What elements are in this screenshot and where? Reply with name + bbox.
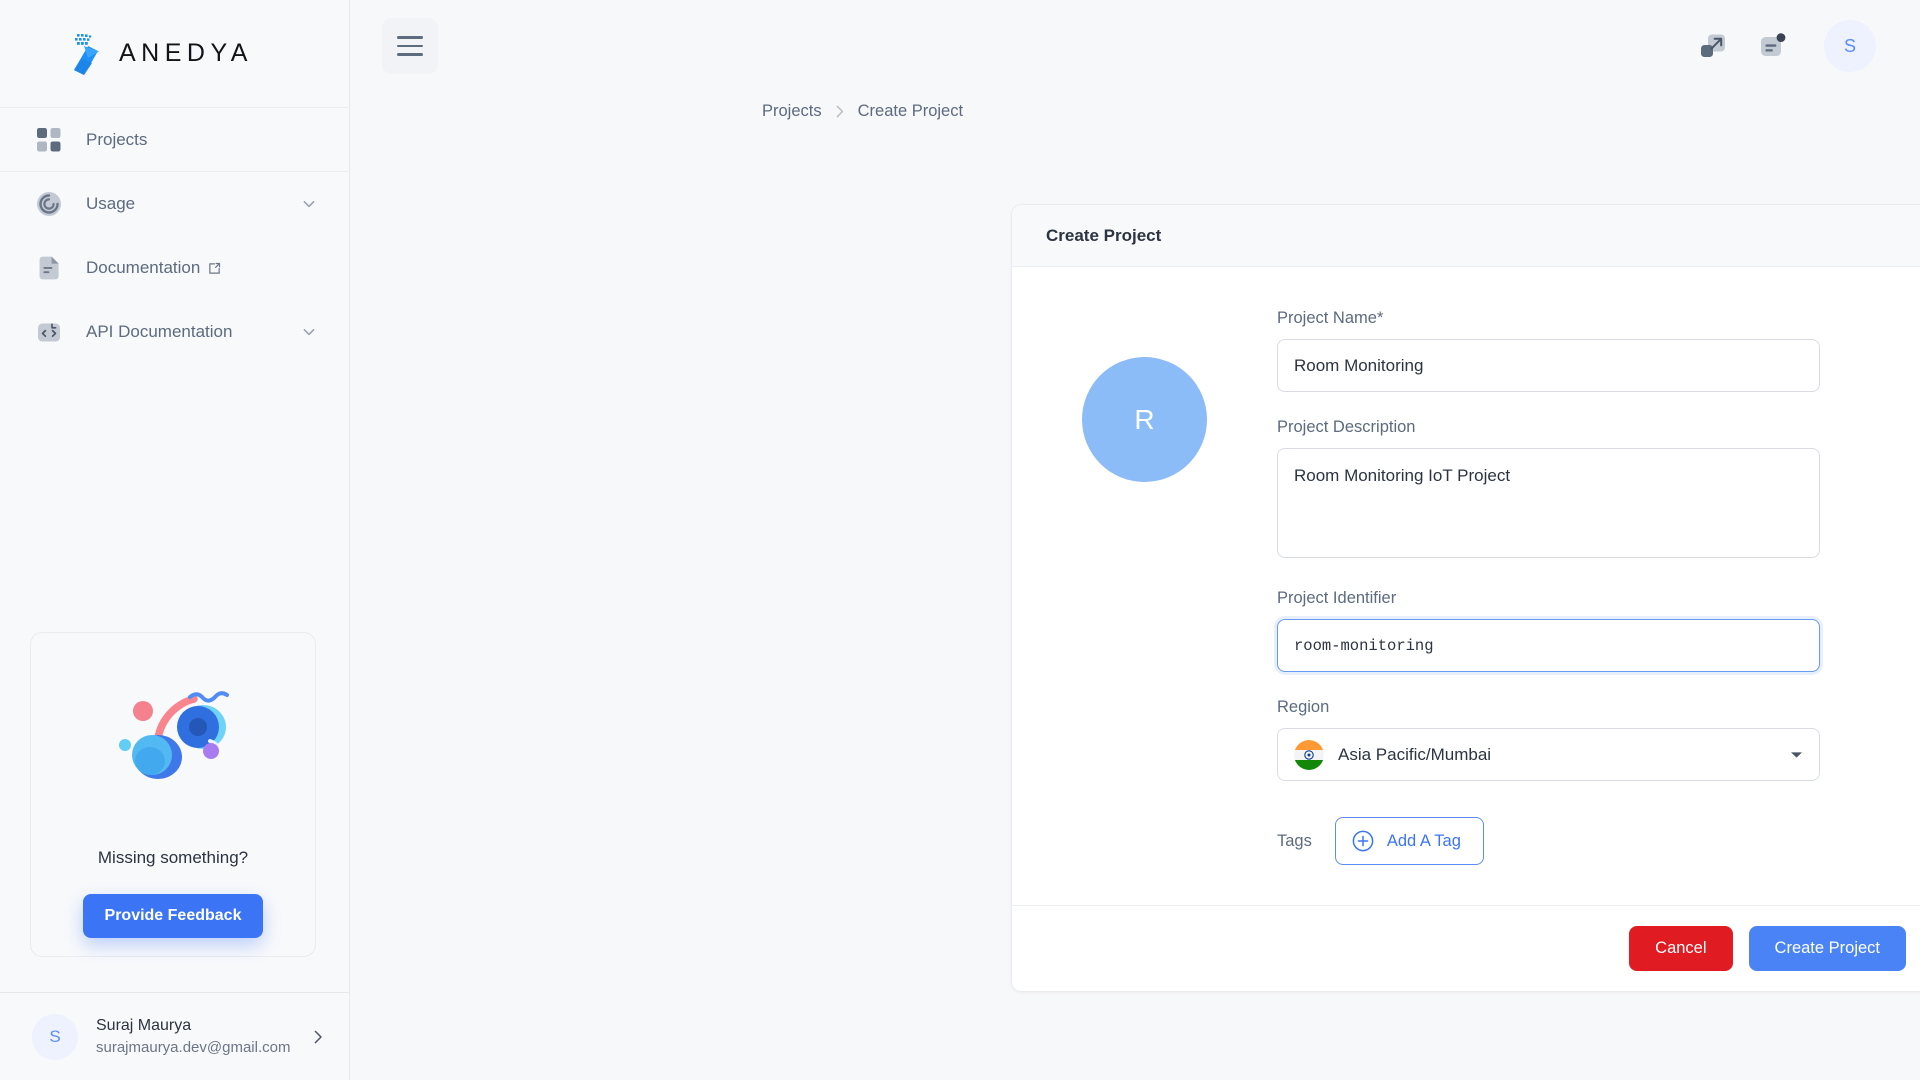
hamburger-bar — [397, 36, 423, 39]
provide-feedback-button[interactable]: Provide Feedback — [82, 894, 264, 938]
region-select[interactable]: Asia Pacific/Mumbai — [1277, 728, 1820, 781]
user-name: Suraj Maurya — [96, 1017, 192, 1035]
project-avatar[interactable]: R — [1082, 357, 1207, 482]
code-brackets-icon — [38, 323, 60, 342]
project-description-textarea[interactable]: Room Monitoring IoT Project — [1277, 448, 1820, 558]
field-project-description: Project Description Room Monitoring IoT … — [1277, 418, 1820, 563]
india-flag-icon — [1294, 739, 1324, 770]
sidebar-item-label: Documentation — [86, 258, 317, 278]
expand-arrow-icon[interactable] — [1690, 23, 1736, 69]
field-project-identifier: Project Identifier — [1277, 589, 1820, 672]
field-project-name: Project Name* — [1277, 309, 1820, 392]
chevron-down-icon[interactable] — [301, 324, 317, 340]
breadcrumb-item-projects[interactable]: Projects — [762, 102, 822, 121]
chevron-right-icon — [836, 105, 843, 118]
sidebar-item-text: Documentation — [86, 258, 201, 277]
field-region: Region Asia Pacific/Mumbai — [1277, 698, 1820, 781]
sidebar-item-label: Usage — [86, 194, 136, 213]
avatar: S — [32, 1013, 78, 1060]
breadcrumb: Projects Create Project — [350, 86, 1920, 121]
project-description-label: Project Description — [1277, 418, 1416, 436]
grid-icon — [37, 127, 61, 151]
sidebar-user-profile[interactable]: S Suraj Maurya surajmaurya.dev@gmail.com — [0, 992, 349, 1080]
sidebar-nav: Projects Usage Documentation API Documen… — [0, 108, 349, 364]
user-meta: Suraj Maurya surajmaurya.dev@gmail.com — [96, 1014, 291, 1059]
add-tag-button[interactable]: Add A Tag — [1334, 817, 1484, 865]
document-icon — [39, 256, 59, 280]
sidebar-item-label: Projects — [86, 129, 148, 149]
feedback-title: Missing something? — [97, 848, 249, 867]
tags-label: Tags — [1277, 831, 1312, 850]
topbar-avatar[interactable]: S — [1824, 20, 1876, 72]
project-form: Project Name* Project Description Room M… — [1277, 309, 1920, 865]
hamburger-bar — [397, 53, 423, 56]
abstract-3d-shapes-illustration — [118, 691, 229, 779]
project-avatar-column: R — [1012, 309, 1277, 865]
notification-bell-icon[interactable] — [1750, 23, 1796, 69]
sidebar-item-projects[interactable]: Projects — [0, 108, 349, 172]
user-email: surajmaurya.dev@gmail.com — [96, 1039, 291, 1057]
project-identifier-label: Project Identifier — [1277, 589, 1397, 607]
project-name-input[interactable] — [1277, 339, 1820, 392]
field-tags: Tags Add A Tag — [1277, 817, 1820, 865]
create-project-card: Create Project R Project Name* Project D… — [1011, 204, 1920, 992]
plus-circle-icon — [1352, 830, 1374, 852]
sidebar-item-documentation[interactable]: Documentation — [0, 236, 349, 300]
card-footer: Cancel Create Project — [1012, 905, 1920, 991]
chevron-down-icon[interactable] — [301, 196, 317, 212]
required-marker: * — [1376, 309, 1384, 327]
brand-logo[interactable]: ANEDYA — [0, 0, 349, 108]
add-tag-label: Add A Tag — [1386, 831, 1461, 850]
cancel-button[interactable]: Cancel — [1629, 926, 1733, 971]
page-title: Create Project — [1046, 225, 1162, 245]
create-project-button[interactable]: Create Project — [1748, 926, 1906, 971]
app-root: ANEDYA Projects Usage Documentation API … — [0, 0, 1920, 1080]
region-value: Asia Pacific/Mumbai — [1338, 744, 1492, 764]
main-content: S Projects Create Project Create Project… — [350, 0, 1920, 1080]
hamburger-menu-icon[interactable] — [382, 18, 438, 74]
label-text: Project Name — [1277, 309, 1377, 327]
feedback-card: Missing something? Provide Feedback — [30, 632, 316, 957]
anedya-logo-icon — [74, 33, 99, 75]
chevron-down-icon[interactable] — [1790, 751, 1803, 759]
gauge-icon — [37, 192, 61, 216]
sidebar: ANEDYA Projects Usage Documentation API … — [0, 0, 350, 1080]
sidebar-item-label: API Documentation — [86, 322, 233, 341]
card-header: Create Project — [1012, 205, 1920, 267]
sidebar-item-api-documentation[interactable]: API Documentation — [0, 300, 349, 364]
hamburger-bar — [397, 44, 423, 48]
external-link-icon — [209, 262, 221, 274]
project-name-label: Project Name* — [1277, 309, 1820, 328]
card-body: R Project Name* Project Description Room… — [1012, 267, 1920, 905]
region-label: Region — [1277, 698, 1330, 716]
project-identifier-input[interactable] — [1277, 619, 1820, 672]
chevron-right-icon — [314, 1030, 322, 1043]
sidebar-item-usage[interactable]: Usage — [0, 172, 349, 236]
breadcrumb-item-create-project[interactable]: Create Project — [858, 102, 963, 121]
topbar: S — [350, 0, 1920, 92]
brand-name: ANEDYA — [119, 39, 253, 67]
